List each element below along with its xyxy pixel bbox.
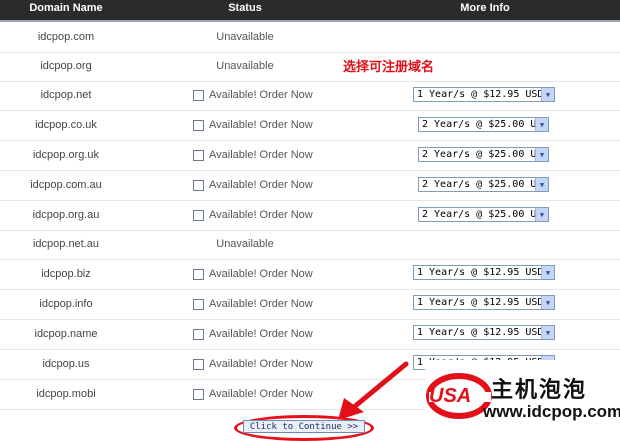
select-value: 1 Year/s @ $12.95 USD: [417, 89, 541, 100]
status-available: Available! Order Now: [193, 147, 313, 163]
select-value: 2 Year/s @ $25.00 USD: [422, 209, 535, 220]
table-row: idcpop.co.uk Available! Order Now 2 Year…: [0, 110, 620, 141]
table-row: idcpop.com Unavailable: [0, 22, 620, 53]
domain-name-cell: idcpop.net: [40, 89, 92, 101]
registration-period-select[interactable]: 1 Year/s @ $12.95 USD ▼: [413, 295, 555, 310]
chevron-down-icon[interactable]: ▼: [535, 118, 548, 131]
order-checkbox[interactable]: [193, 89, 204, 101]
registration-period-select[interactable]: 2 Year/s @ $25.00 USD ▼: [418, 117, 549, 132]
domain-name-cell: idcpop.us: [42, 358, 90, 370]
column-header-domain-name: Domain Name: [29, 2, 103, 14]
chevron-down-icon[interactable]: ▼: [535, 208, 548, 221]
table-row: idcpop.org.uk Available! Order Now 2 Yea…: [0, 140, 620, 171]
red-arrow-icon: [338, 361, 409, 420]
domain-name-cell: idcpop.mobi: [36, 388, 96, 400]
status-available: Available! Order Now: [193, 386, 313, 402]
order-checkbox[interactable]: [193, 358, 204, 370]
status-available: Available! Order Now: [193, 296, 313, 312]
domain-name-cell: idcpop.co.uk: [35, 119, 97, 131]
available-label: Available! Order Now: [209, 209, 313, 221]
logo-url: www.idcpop.com: [483, 402, 620, 421]
status-available: Available! Order Now: [193, 177, 313, 193]
available-label: Available! Order Now: [209, 149, 313, 161]
table-row: idcpop.net Available! Order Now 1 Year/s…: [0, 80, 620, 111]
domain-name-cell: idcpop.name: [34, 328, 98, 340]
domain-name-cell: idcpop.org.au: [32, 209, 100, 221]
status-unavailable: Unavailable: [216, 60, 274, 72]
available-label: Available! Order Now: [209, 328, 313, 340]
domain-name-cell: idcpop.org: [40, 60, 92, 72]
select-value: 2 Year/s @ $25.00 USD: [422, 149, 535, 160]
chevron-down-icon[interactable]: ▼: [541, 88, 554, 101]
registration-period-select[interactable]: 2 Year/s @ $25.00 USD ▼: [418, 177, 549, 192]
order-checkbox[interactable]: [193, 298, 204, 310]
select-value: 1 Year/s @ $12.95 USD: [417, 297, 541, 308]
table-row: idcpop.info Available! Order Now 1 Year/…: [0, 289, 620, 320]
table-row: idcpop.biz Available! Order Now 1 Year/s…: [0, 259, 620, 290]
order-checkbox[interactable]: [193, 388, 204, 400]
select-value: 1 Year/s @ $12.95 USD: [417, 267, 541, 278]
status-available: Available! Order Now: [193, 207, 313, 223]
status-available: Available! Order Now: [193, 117, 313, 133]
registration-period-select[interactable]: 1 Year/s @ $12.95 USD ▼: [413, 87, 555, 102]
table-row: idcpop.name Available! Order Now 1 Year/…: [0, 319, 620, 350]
logo-usa-text: USA: [429, 385, 472, 407]
table-row: idcpop.com.au Available! Order Now 2 Yea…: [0, 170, 620, 201]
logo-brand-cn: 主机泡泡: [491, 378, 588, 403]
domain-name-cell: idcpop.com: [37, 31, 95, 43]
domain-name-cell: idcpop.info: [39, 298, 93, 310]
available-label: Available! Order Now: [209, 89, 313, 101]
chevron-down-icon[interactable]: ▼: [541, 266, 554, 279]
available-label: Available! Order Now: [209, 388, 313, 400]
order-checkbox[interactable]: [193, 149, 204, 161]
status-available: Available! Order Now: [193, 87, 313, 103]
order-checkbox[interactable]: [193, 119, 204, 131]
registration-period-select[interactable]: 2 Year/s @ $25.00 USD ▼: [418, 147, 549, 162]
select-value: 1 Year/s @ $12.95 USD: [417, 327, 541, 338]
available-label: Available! Order Now: [209, 119, 313, 131]
chevron-down-icon[interactable]: ▼: [541, 296, 554, 309]
table-row: idcpop.org Unavailable: [0, 51, 620, 82]
continue-button[interactable]: Click to Continue >>: [243, 420, 365, 433]
domain-name-cell: idcpop.biz: [41, 268, 91, 280]
available-label: Available! Order Now: [209, 179, 313, 191]
order-checkbox[interactable]: [193, 179, 204, 191]
registration-period-select[interactable]: 2 Year/s @ $25.00 USD ▼: [418, 207, 549, 222]
status-unavailable: Unavailable: [216, 238, 274, 250]
status-available: Available! Order Now: [193, 326, 313, 342]
domain-name-cell: idcpop.org.uk: [32, 149, 100, 161]
order-checkbox[interactable]: [193, 328, 204, 340]
table-header: Domain Name Status More Info: [0, 0, 620, 22]
available-label: Available! Order Now: [209, 298, 313, 310]
available-label: Available! Order Now: [209, 358, 313, 370]
chevron-down-icon[interactable]: ▼: [535, 178, 548, 191]
status-available: Available! Order Now: [193, 356, 313, 372]
register-hint-annotation: 选择可注册域名: [343, 60, 435, 75]
column-header-status: Status: [228, 2, 262, 14]
status-unavailable: Unavailable: [216, 31, 274, 43]
order-checkbox[interactable]: [193, 268, 204, 280]
available-label: Available! Order Now: [209, 268, 313, 280]
watermark-logo: USA 主机泡泡 www.idcpop.com: [425, 360, 620, 431]
registration-period-select[interactable]: 1 Year/s @ $12.95 USD ▼: [413, 265, 555, 280]
column-header-more-info: More Info: [460, 2, 510, 14]
table-row: idcpop.net.au Unavailable: [0, 229, 620, 260]
select-value: 2 Year/s @ $25.00 USD: [422, 179, 535, 190]
order-checkbox[interactable]: [193, 209, 204, 221]
registration-period-select[interactable]: 1 Year/s @ $12.95 USD ▼: [413, 325, 555, 340]
domain-name-cell: idcpop.com.au: [30, 179, 102, 191]
select-value: 2 Year/s @ $25.00 USD: [422, 119, 535, 130]
chevron-down-icon[interactable]: ▼: [541, 326, 554, 339]
chevron-down-icon[interactable]: ▼: [535, 148, 548, 161]
status-available: Available! Order Now: [193, 266, 313, 282]
table-row: idcpop.org.au Available! Order Now 2 Yea…: [0, 200, 620, 231]
domain-name-cell: idcpop.net.au: [32, 238, 100, 250]
